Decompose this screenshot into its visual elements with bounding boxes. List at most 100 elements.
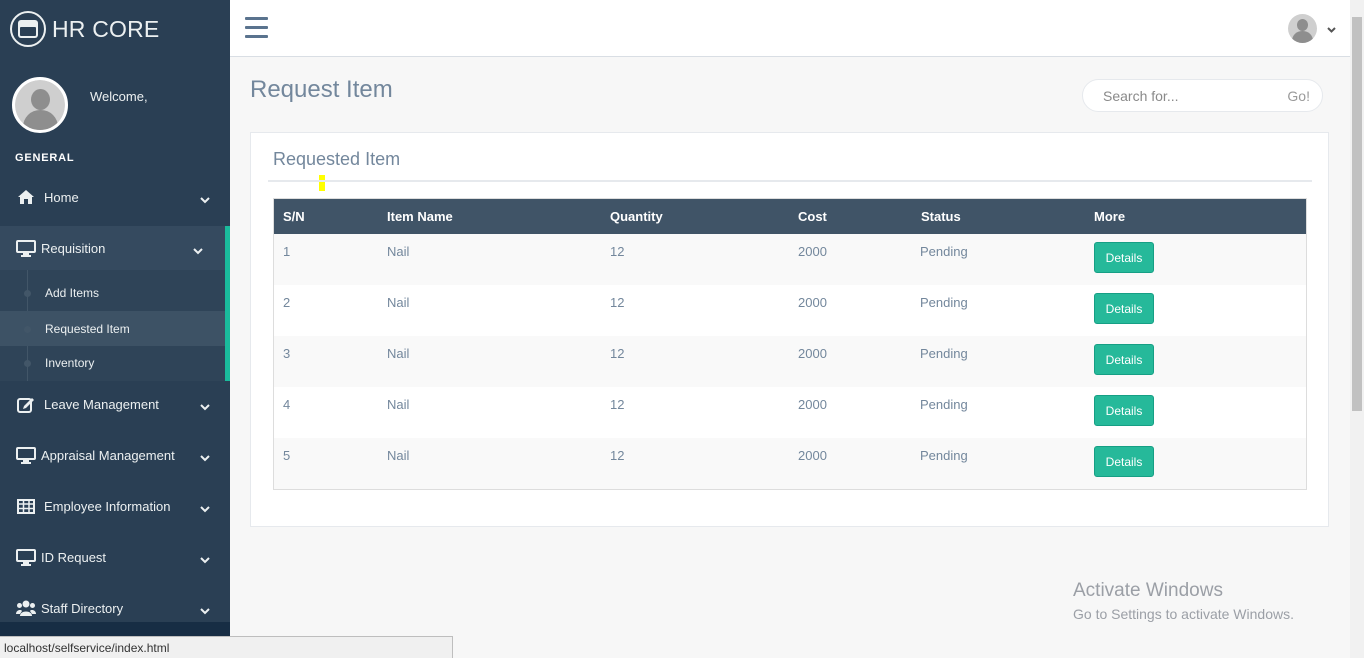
sidebar-subitem-inventory[interactable]: Inventory <box>0 345 225 380</box>
brand[interactable]: HR CORE <box>10 11 159 47</box>
chevron-down-icon <box>200 450 210 465</box>
monitor-icon <box>15 239 37 257</box>
cell-sn: 3 <box>283 346 291 361</box>
table-header: S/N Item Name Quantity Cost Status More <box>274 199 1306 234</box>
cell-cost: 2000 <box>798 448 827 463</box>
cell-sn: 5 <box>283 448 291 463</box>
sidebar-item-label: Employee Information <box>44 498 171 514</box>
cell-quantity: 12 <box>610 295 625 310</box>
subitem-label: Add Items <box>45 285 100 300</box>
bullet-icon <box>24 360 31 367</box>
cell-sn: 4 <box>283 397 291 412</box>
requested-items-table: S/N Item Name Quantity Cost Status More … <box>273 198 1307 490</box>
subitem-label: Inventory <box>45 355 95 370</box>
table-row: 4 Nail 12 2000 Pending Details <box>274 387 1306 438</box>
section-title: GENERAL <box>15 152 75 164</box>
sidebar: HR CORE Welcome, GENERAL Home Requisitio… <box>0 0 230 658</box>
subitem-label: Requested Item <box>45 321 130 336</box>
cell-cost: 2000 <box>798 397 827 412</box>
cell-cost: 2000 <box>798 295 827 310</box>
sidebar-item-label: ID Request <box>41 549 107 565</box>
cell-sn: 2 <box>283 295 291 310</box>
cell-status: Pending <box>920 244 968 259</box>
cell-quantity: 12 <box>610 346 625 361</box>
cell-status: Pending <box>920 295 968 310</box>
watermark-subtitle: Go to Settings to activate Windows. <box>1073 606 1294 622</box>
sidebar-item-home[interactable]: Home <box>0 175 230 219</box>
edit-icon <box>15 396 37 413</box>
column-header-quantity: Quantity <box>610 209 663 224</box>
search-go-button[interactable]: Go! <box>1287 88 1310 104</box>
sidebar-item-requisition[interactable]: Requisition <box>0 226 230 270</box>
highlight-mark <box>319 175 325 191</box>
monitor-icon <box>15 548 37 566</box>
page-scrollbar[interactable] <box>1350 0 1364 658</box>
hr-logo-icon <box>10 11 46 47</box>
browser-status-bar: localhost/selfservice/index.html <box>0 636 453 658</box>
cell-item-name: Nail <box>387 346 410 361</box>
hamburger-icon[interactable] <box>245 17 268 39</box>
sidebar-item-leave-management[interactable]: Leave Management <box>0 382 230 426</box>
sidebar-item-label: Appraisal Management <box>41 447 175 463</box>
search-input[interactable] <box>1103 87 1273 104</box>
top-nav <box>230 0 1350 57</box>
column-header-cost: Cost <box>798 209 827 224</box>
sidebar-item-label: Staff Directory <box>41 600 124 616</box>
watermark-title: Activate Windows <box>1073 580 1223 601</box>
requested-item-panel: Requested Item S/N Item Name Quantity Co… <box>250 132 1329 527</box>
details-button[interactable]: Details <box>1094 242 1154 273</box>
cell-status: Pending <box>920 448 968 463</box>
cell-quantity: 12 <box>610 244 625 259</box>
cell-item-name: Nail <box>387 448 410 463</box>
table-row: 3 Nail 12 2000 Pending Details <box>274 336 1306 387</box>
chevron-down-icon <box>1327 20 1336 38</box>
chevron-down-icon <box>200 501 210 516</box>
profile <box>12 77 68 133</box>
sidebar-item-label: Home <box>44 189 79 205</box>
cell-status: Pending <box>920 397 968 412</box>
chevron-down-icon <box>200 603 210 618</box>
users-icon <box>15 600 37 616</box>
table-row: 2 Nail 12 2000 Pending Details <box>274 285 1306 336</box>
avatar <box>12 77 68 133</box>
user-menu[interactable] <box>1288 14 1336 43</box>
sidebar-subitem-requested-item[interactable]: Requested Item <box>0 311 225 346</box>
chevron-down-icon <box>200 192 210 207</box>
search-box: Go! <box>1082 79 1323 112</box>
cell-item-name: Nail <box>387 244 410 259</box>
sidebar-item-id-request[interactable]: ID Request <box>0 535 230 579</box>
divider <box>268 180 1312 182</box>
scrollbar-thumb[interactable] <box>1352 17 1362 411</box>
column-header-status: Status <box>921 209 961 224</box>
sidebar-item-employee-information[interactable]: Employee Information <box>0 484 230 528</box>
panel-title: Requested Item <box>273 149 401 169</box>
sidebar-item-appraisal-management[interactable]: Appraisal Management <box>0 433 230 477</box>
cell-quantity: 12 <box>610 448 625 463</box>
page-title: Request Item <box>250 76 393 103</box>
table-icon <box>15 498 37 514</box>
sidebar-item-label: Requisition <box>41 240 106 256</box>
column-header-more: More <box>1094 209 1126 224</box>
welcome-text: Welcome, <box>90 89 148 104</box>
column-header-item-name: Item Name <box>387 209 453 224</box>
cell-status: Pending <box>920 346 968 361</box>
details-button[interactable]: Details <box>1094 446 1154 477</box>
column-header-sn: S/N <box>283 209 305 224</box>
table-row: 5 Nail 12 2000 Pending Details <box>274 438 1306 489</box>
bullet-icon <box>24 290 31 297</box>
table-row: 1 Nail 12 2000 Pending Details <box>274 234 1306 285</box>
status-url: localhost/selfservice/index.html <box>4 640 170 655</box>
home-icon <box>15 189 37 205</box>
chevron-down-icon <box>193 243 203 258</box>
cell-item-name: Nail <box>387 295 410 310</box>
avatar <box>1288 14 1317 43</box>
cell-item-name: Nail <box>387 397 410 412</box>
details-button[interactable]: Details <box>1094 344 1154 375</box>
cell-cost: 2000 <box>798 346 827 361</box>
sidebar-subitem-add-items[interactable]: Add Items <box>0 275 225 310</box>
requisition-submenu: Add Items Requested Item Inventory <box>0 270 230 381</box>
cell-cost: 2000 <box>798 244 827 259</box>
details-button[interactable]: Details <box>1094 395 1154 426</box>
bullet-icon <box>24 326 31 333</box>
details-button[interactable]: Details <box>1094 293 1154 324</box>
